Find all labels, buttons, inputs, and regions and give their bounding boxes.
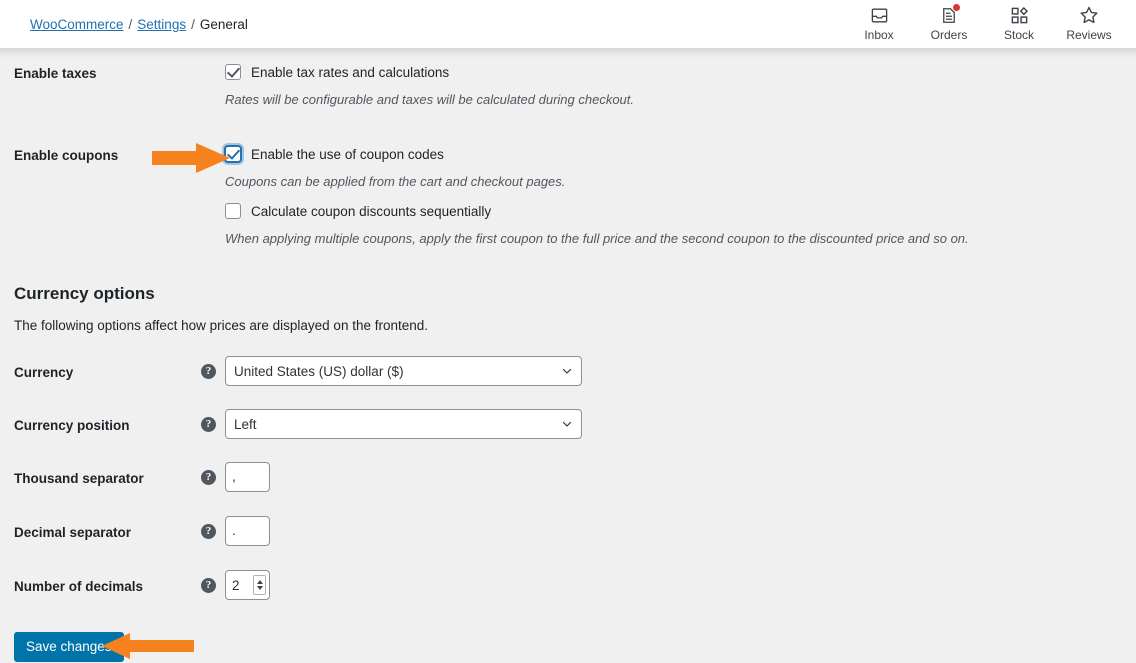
star-icon <box>1077 4 1101 26</box>
chevron-down-icon <box>562 368 572 374</box>
chevron-down-icon <box>562 421 572 427</box>
decimal-separator-input[interactable]: . <box>225 516 270 546</box>
sequential-discounts-checkbox-line: Calculate coupon discounts sequentially <box>225 203 969 219</box>
header-action-label: Reviews <box>1066 28 1112 42</box>
thousand-separator-label: Thousand separator <box>14 471 144 486</box>
enable-taxes-label: Enable taxes <box>14 66 97 81</box>
enable-taxes-checkbox-label: Enable tax rates and calculations <box>251 64 450 80</box>
enable-taxes-checkbox[interactable] <box>225 64 241 80</box>
enable-taxes-description: Rates will be configurable and taxes wil… <box>225 92 635 107</box>
app-header: WooCommerce / Settings / General Inbox O… <box>0 0 1136 48</box>
header-action-reviews[interactable]: Reviews <box>1054 0 1124 42</box>
header-actions: Inbox Orders Stock Reviews <box>844 0 1136 48</box>
number-of-decimals-help-icon[interactable]: ? <box>201 578 216 593</box>
breadcrumb-current-general: General <box>199 16 248 32</box>
number-of-decimals-label: Number of decimals <box>14 579 144 594</box>
currency-label: Currency <box>14 365 74 380</box>
header-action-label: Inbox <box>864 28 894 42</box>
currency-position-label: Currency position <box>14 418 130 433</box>
enable-coupons-description: Coupons can be applied from the cart and… <box>225 174 566 189</box>
thousand-separator-input[interactable]: , <box>225 462 270 492</box>
currency-help-icon[interactable]: ? <box>201 364 216 379</box>
enable-coupons-checkbox[interactable] <box>225 146 241 162</box>
enable-coupons-field: Enable the use of coupon codes Coupons c… <box>225 146 969 246</box>
inbox-icon <box>867 4 891 26</box>
stock-icon <box>1007 4 1031 26</box>
sequential-discounts-description: When applying multiple coupons, apply th… <box>225 231 969 246</box>
currency-options-subtitle: The following options affect how prices … <box>14 318 429 333</box>
sequential-discounts-checkbox[interactable] <box>225 203 241 219</box>
stepper-up-icon[interactable] <box>256 580 263 584</box>
decimal-separator-help-icon[interactable]: ? <box>201 524 216 539</box>
number-of-decimals-input[interactable]: 2 <box>225 570 270 600</box>
currency-position-select[interactable]: Left <box>225 409 582 439</box>
header-shadow <box>0 48 1136 58</box>
currency-select-value: United States (US) dollar ($) <box>234 363 404 379</box>
enable-coupons-checkbox-label: Enable the use of coupon codes <box>251 146 444 162</box>
header-action-stock[interactable]: Stock <box>984 0 1054 42</box>
currency-options-title: Currency options <box>14 284 155 303</box>
breadcrumb-link-settings[interactable]: Settings <box>137 17 186 32</box>
number-of-decimals-value: 2 <box>232 577 240 593</box>
stepper-down-icon[interactable] <box>256 586 263 590</box>
breadcrumb-separator: / <box>128 16 133 32</box>
breadcrumb-link-woocommerce[interactable]: WooCommerce <box>30 17 124 32</box>
enable-coupons-checkbox-line: Enable the use of coupon codes <box>225 146 969 162</box>
currency-select[interactable]: United States (US) dollar ($) <box>225 356 582 386</box>
enable-taxes-checkbox-line: Enable tax rates and calculations <box>225 64 634 80</box>
orders-notification-badge <box>953 4 960 11</box>
header-action-label: Stock <box>1003 28 1034 42</box>
enable-coupons-label: Enable coupons <box>14 148 119 163</box>
currency-position-select-value: Left <box>234 416 257 432</box>
settings-content: Enable taxes Enable tax rates and calcul… <box>0 58 1136 663</box>
orders-icon <box>937 4 961 26</box>
header-action-inbox[interactable]: Inbox <box>844 0 914 42</box>
enable-taxes-field: Enable tax rates and calculations Rates … <box>225 64 634 107</box>
currency-position-help-icon[interactable]: ? <box>201 417 216 432</box>
header-action-label: Orders <box>930 28 968 42</box>
decimal-separator-label: Decimal separator <box>14 525 132 540</box>
number-stepper[interactable] <box>253 575 266 595</box>
header-action-orders[interactable]: Orders <box>914 0 984 42</box>
save-changes-button[interactable]: Save changes <box>14 632 124 662</box>
breadcrumb: WooCommerce / Settings / General <box>30 17 248 32</box>
sequential-discounts-checkbox-label: Calculate coupon discounts sequentially <box>251 203 492 219</box>
thousand-separator-help-icon[interactable]: ? <box>201 470 216 485</box>
breadcrumb-separator: / <box>191 16 195 32</box>
